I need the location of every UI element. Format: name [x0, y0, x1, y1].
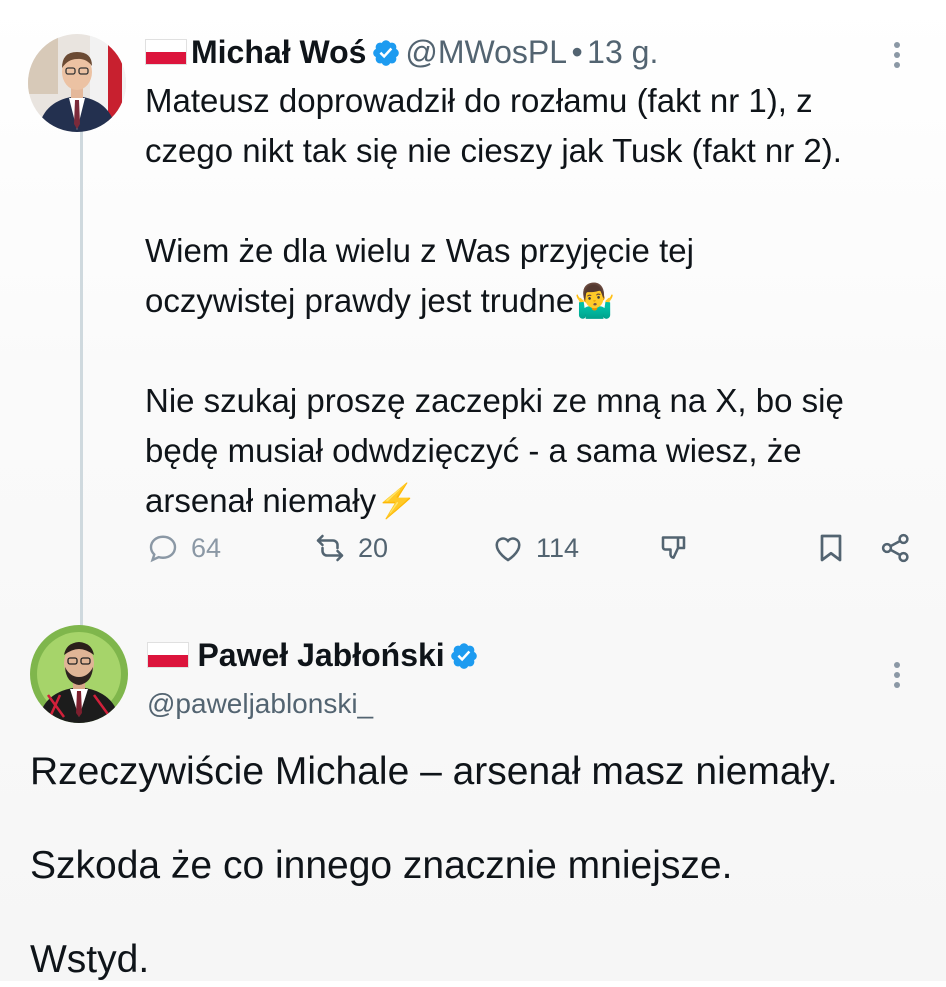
verified-badge-icon[interactable]	[371, 38, 401, 68]
tweet2-more-icon[interactable]	[893, 658, 901, 692]
poland-flag-icon	[147, 642, 189, 668]
thumbs-down-icon	[661, 536, 686, 560]
tweet1-body: Mateusz doprowadził do rozłamu (fakt nr …	[145, 76, 935, 526]
heart-icon	[495, 537, 521, 562]
tweet1-action-bar: 64 20 114	[145, 530, 925, 574]
reply-button[interactable]: 64	[145, 530, 221, 566]
tweet1-line	[145, 176, 935, 226]
tweet2-paragraph: Szkoda że co innego znacznie mniejsze.	[30, 844, 733, 887]
avatar-pawel-jablonski[interactable]	[30, 625, 128, 723]
tweet1-author-name[interactable]: Michał Woś	[191, 34, 366, 70]
tweet2-body: Rzeczywiście Michale – arsenał masz niem…	[30, 745, 930, 987]
tweet1-more-icon[interactable]	[893, 38, 901, 72]
repost-button[interactable]: 20	[312, 530, 388, 566]
bookmark-icon	[820, 534, 842, 562]
share-button[interactable]	[878, 530, 914, 566]
tweet1-line: będę musiał odwdzięczyć - a sama wiesz, …	[145, 432, 802, 469]
downvote-button[interactable]	[657, 530, 693, 566]
tweet2-author-name[interactable]: Paweł Jabłoński	[197, 637, 444, 673]
bookmark-button[interactable]	[813, 530, 849, 566]
verified-badge-icon[interactable]	[449, 641, 479, 671]
tweet1-handle[interactable]: @MWosPL	[405, 34, 567, 70]
tweet1-line: oczywistej prawdy jest trudne🤷‍♂️	[145, 282, 616, 319]
share-icon	[881, 533, 909, 563]
like-button[interactable]: 114	[490, 530, 579, 566]
repost-count: 20	[358, 532, 389, 563]
tweet1-line: Nie szukaj proszę zaczepki ze mną na X, …	[145, 382, 844, 419]
tweet1-line: czego nikt tak się nie cieszy jak Tusk (…	[145, 132, 842, 169]
poland-flag-icon	[145, 39, 187, 65]
tweet1-line	[145, 326, 935, 376]
reply-count: 64	[191, 532, 222, 563]
avatar-michal-wos[interactable]	[28, 34, 126, 132]
like-count: 114	[536, 532, 580, 563]
reply-icon	[149, 535, 177, 563]
tweet1-timestamp[interactable]: 13 g.	[587, 34, 658, 70]
tweet2-paragraph: Rzeczywiście Michale – arsenał masz niem…	[30, 750, 838, 793]
tweet1-line: Mateusz doprowadził do rozłamu (fakt nr …	[145, 82, 813, 119]
tweet2-handle[interactable]: @paweljablonski_	[147, 688, 373, 720]
tweet2-header: Paweł Jabłoński	[147, 637, 479, 674]
tweet2-paragraph: Wstyd.	[30, 938, 150, 981]
repost-icon	[316, 534, 344, 562]
thread-connector-line	[80, 120, 83, 630]
tweet1-dot-separator: •	[571, 34, 583, 70]
tweet1-line: Wiem że dla wielu z Was przyjęcie tej	[145, 232, 694, 269]
tweet1-line: arsenał niemały⚡	[145, 482, 418, 519]
tweet1-header: Michał Woś @MWosPL • 13 g.	[145, 34, 658, 71]
